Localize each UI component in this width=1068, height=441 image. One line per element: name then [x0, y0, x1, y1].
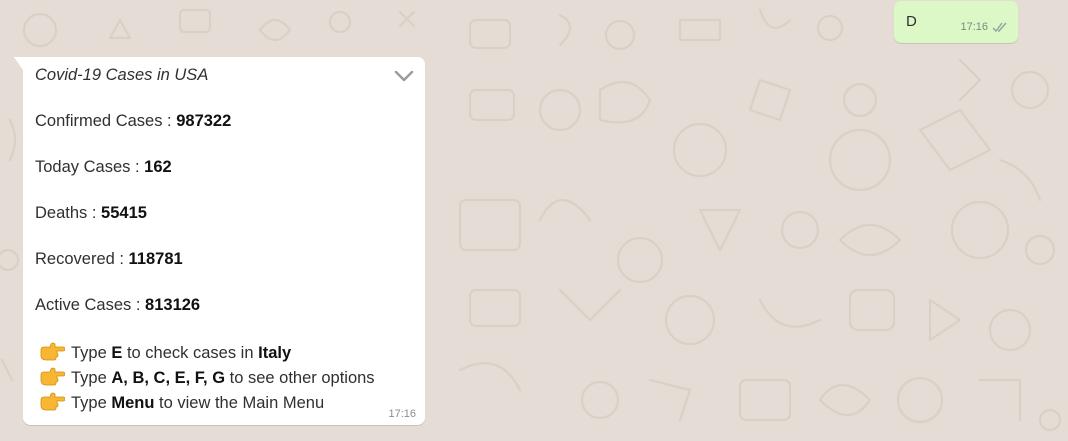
option-text: Type [71, 344, 112, 362]
message-title: Covid-19 Cases in USA [35, 66, 208, 85]
option-text: to see other options [225, 369, 375, 387]
stat-value: 987322 [176, 112, 232, 130]
option-line: Type E to check cases in Italy [39, 342, 291, 363]
stat-recovered: Recovered : 118781 [35, 250, 183, 269]
chevron-down-icon[interactable] [393, 67, 415, 85]
double-check-icon [992, 22, 1007, 32]
stat-label: Active Cases : [35, 296, 146, 314]
option-text: to view the Main Menu [154, 394, 325, 412]
option-key: E [111, 344, 123, 362]
incoming-message-time: 17:16 [388, 408, 416, 420]
stat-value: 118781 [128, 250, 183, 268]
option-text: Type [71, 369, 112, 387]
stat-label: Deaths : [35, 204, 102, 222]
option-text: Type [71, 394, 112, 412]
pointing-hand-icon [40, 342, 65, 361]
message-title-text: Covid-19 Cases in USA [35, 66, 209, 84]
option-target: Italy [258, 344, 292, 362]
stat-label: Recovered : [35, 250, 129, 268]
stat-deaths: Deaths : 55415 [35, 204, 147, 223]
outgoing-message-time: 17:16 [960, 21, 988, 33]
outgoing-message[interactable]: D 17:16 [894, 1, 1018, 43]
stat-confirmed: Confirmed Cases : 987322 [35, 112, 231, 131]
stat-value: 162 [144, 158, 172, 176]
outgoing-message-text: D [906, 13, 917, 30]
stat-active: Active Cases : 813126 [35, 296, 200, 315]
stat-today: Today Cases : 162 [35, 158, 172, 177]
option-line: Type A, B, C, E, F, G to see other optio… [39, 367, 375, 388]
pointing-hand-icon [40, 367, 65, 386]
option-line: Type Menu to view the Main Menu [39, 392, 324, 413]
incoming-message[interactable]: Covid-19 Cases in USA Confirmed Cases : … [14, 57, 425, 425]
stat-label: Today Cases : [35, 158, 145, 176]
outgoing-message-meta: 17:16 [960, 21, 1008, 33]
pointing-hand-icon [40, 392, 65, 411]
option-key: Menu [111, 394, 155, 412]
stat-value: 813126 [145, 296, 201, 314]
bubble-tail [14, 57, 23, 70]
option-key: A, B, C, E, F, G [111, 369, 226, 387]
stat-value: 55415 [101, 204, 147, 222]
option-text: to check cases in [122, 344, 259, 362]
stat-label: Confirmed Cases : [35, 112, 177, 130]
